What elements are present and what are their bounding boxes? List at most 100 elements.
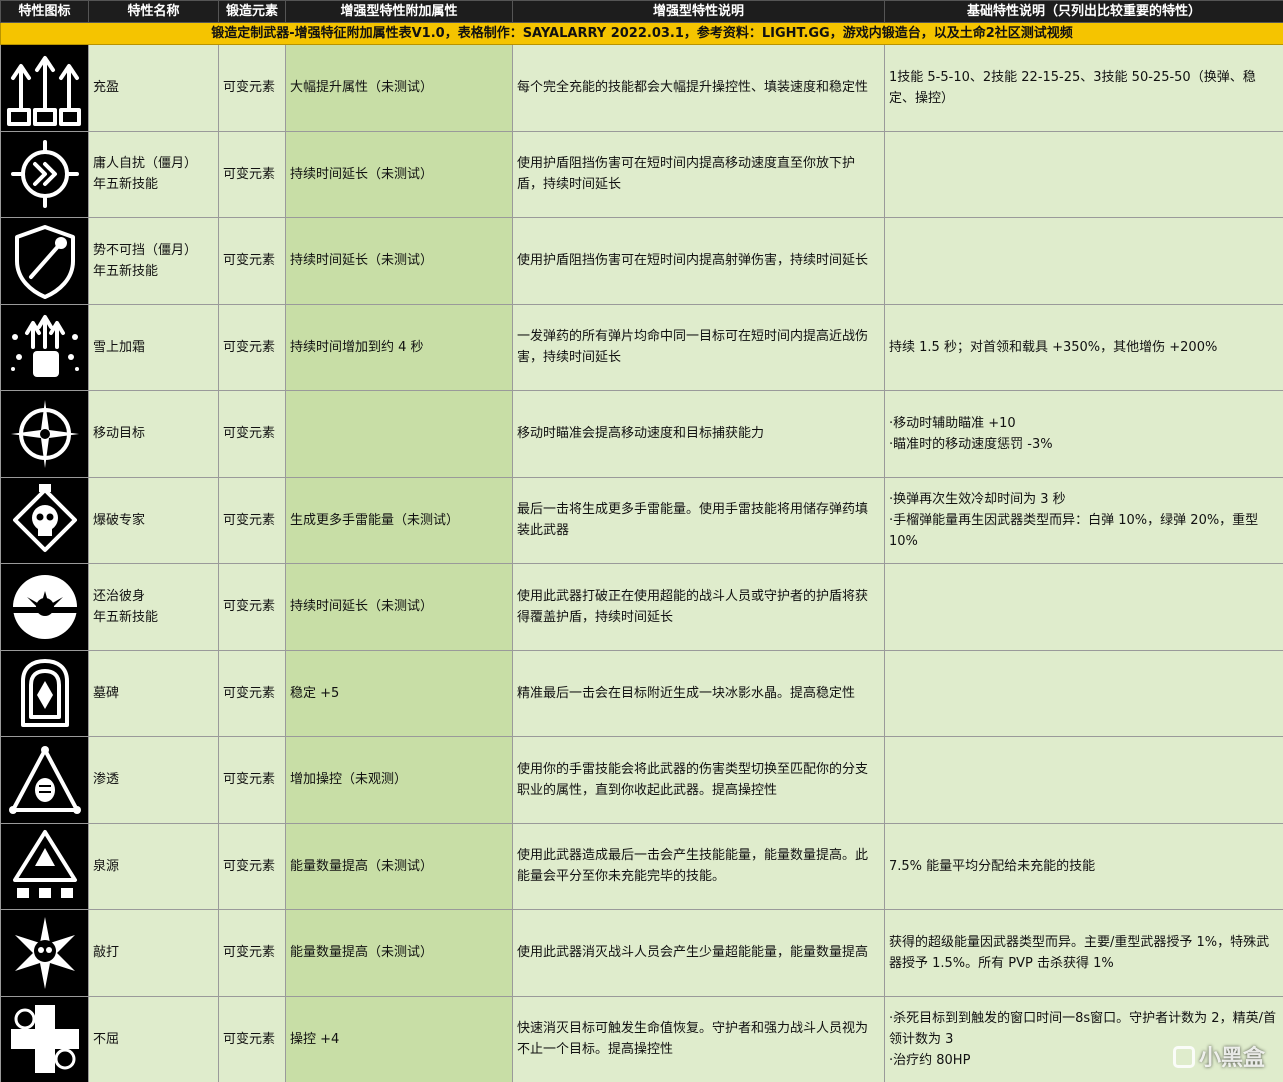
enhanced-desc: 使用你的手雷技能会将此武器的伤害类型切换至匹配你的分支职业的属性，直到你收起此武… xyxy=(512,736,885,824)
perk-name: 移动目标 xyxy=(88,390,219,478)
base-desc xyxy=(884,130,1283,218)
enhanced-desc: 使用此武器造成最后一击会产生技能能量，能量数量提高。此能量会平分至你未充能完毕的… xyxy=(512,822,885,910)
forge-element: 可变元素 xyxy=(218,822,286,910)
enhanced-desc: 精准最后一击会在目标附近生成一块冰影水晶。提高稳定性 xyxy=(512,649,885,737)
perk-name-line1: 渗透 xyxy=(93,772,120,788)
skull-star-icon xyxy=(2,913,88,993)
header-name: 特性名称 xyxy=(88,0,219,23)
perk-name-line1: 雪上加霜 xyxy=(93,339,146,355)
perk-name-line1: 还治彼身 xyxy=(93,588,146,604)
perk-name: 泉源 xyxy=(88,822,219,910)
table-row: 渗透 可变元素 增加操控（未观测） 使用你的手雷技能会将此武器的伤害类型切换至匹… xyxy=(0,736,1283,824)
perk-name-line2: 年五新技能 xyxy=(93,609,159,625)
perk-name-line1: 敲打 xyxy=(93,945,120,961)
header-desc: 增强型特性说明 xyxy=(512,0,885,23)
perk-icon-cell xyxy=(0,217,89,305)
base-desc xyxy=(884,563,1283,651)
fountain-triangle-icon xyxy=(2,826,88,906)
forge-element: 可变元素 xyxy=(218,563,286,651)
perk-icon-cell xyxy=(0,649,89,737)
base-desc: 获得的超级能量因武器类型而异。主要/重型武器授予 1%，特殊武器授予 1.5%。… xyxy=(884,909,1283,997)
forge-element: 可变元素 xyxy=(218,217,286,305)
table-row: 还治彼身年五新技能 可变元素 持续时间延长（未测试） 使用此武器打破正在使用超能… xyxy=(0,563,1283,651)
table-row: 敲打 可变元素 能量数量提高（未测试） 使用此武器消灭战斗人员会产生少量超能能量… xyxy=(0,909,1283,997)
perk-name: 还治彼身 年五新技能 xyxy=(88,563,219,651)
enhanced-desc: 快速消灭目标可触发生命值恢复。守护者和强力战斗人员视为不止一个目标。提高操控性 xyxy=(512,995,885,1082)
banner-row: 锻造定制武器-增强特征附加属性表V1.0，表格制作：SAYALARRY 2022… xyxy=(0,22,1283,45)
perk-name: 渗透 xyxy=(88,736,219,824)
enhanced-attr: 操控 +4 xyxy=(285,995,513,1082)
perk-name-line1: 势不可挡（僵月） xyxy=(93,242,198,258)
table-row: 势不可挡（僵月） 年五新技能 可变元素 持续时间延长（未测试） 使用护盾阻挡伤害可… xyxy=(0,217,1283,305)
crosshair-star-icon xyxy=(2,394,88,474)
header-row: 特性图标 特性名称 锻造元素 增强型特性附加属性 增强型特性说明 基础特性说明（… xyxy=(0,0,1283,23)
forge-element: 可变元素 xyxy=(218,476,286,564)
perk-name-line1: 爆破专家 xyxy=(93,512,146,528)
forge-element: 可变元素 xyxy=(218,390,286,478)
table-row: 墓碑 可变元素 稳定 +5 精准最后一击会在目标附近生成一块冰影水晶。提高稳定性 xyxy=(0,649,1283,737)
perk-name: 雪上加霜 xyxy=(88,303,219,391)
header-base: 基础特性说明（只列出比较重要的特性） xyxy=(884,0,1283,23)
perk-name: 墓碑 xyxy=(88,649,219,737)
base-desc xyxy=(884,217,1283,305)
enhanced-attr: 稳定 +5 xyxy=(285,649,513,737)
shield-comet-icon xyxy=(2,221,88,301)
base-desc: ·换弹再次生效冷却时间为 3 秒 ·手榴弹能量再生因武器类型而异：白弹 10%，绿… xyxy=(884,476,1283,564)
enhanced-desc: 使用护盾阻挡伤害可在短时间内提高移动速度直至你放下护盾，持续时间延长 xyxy=(512,130,885,218)
table-row: 充盈 可变元素 大幅提升属性（未测试） 每个完全充能的技能都会大幅提升操控性、填… xyxy=(0,44,1283,132)
perk-name-line1: 泉源 xyxy=(93,858,120,874)
enhanced-attr: 持续时间延长（未测试） xyxy=(285,563,513,651)
watermark-icon xyxy=(1172,1046,1195,1068)
forge-element: 可变元素 xyxy=(218,303,286,391)
perk-name-line2: 年五新技能 xyxy=(93,177,159,193)
enhanced-attr: 持续时间延长（未测试） xyxy=(285,217,513,305)
fist-arrows-icon xyxy=(2,307,88,387)
enhanced-attr: 增加操控（未观测） xyxy=(285,736,513,824)
perk-icon-cell xyxy=(0,476,89,564)
table-row: 雪上加霜 可变元素 持续时间增加到约 4 秒 一发弹药的所有弹片均命中同一目标可… xyxy=(0,303,1283,391)
base-desc xyxy=(884,736,1283,824)
watermark: 小黑盒 xyxy=(1172,1040,1265,1072)
enhanced-attr: 大幅提升属性（未测试） xyxy=(285,44,513,132)
table-row: 泉源 可变元素 能量数量提高（未测试） 使用此武器造成最后一击会产生技能能量，能… xyxy=(0,822,1283,910)
chevron-circle-icon xyxy=(2,134,88,214)
perk-name-line1: 不屈 xyxy=(93,1031,120,1047)
table-row: 庸人自扰（僵月） 年五新技能 可变元素 持续时间延长（未测试） 使用护盾阻挡伤害可… xyxy=(0,130,1283,218)
enhanced-desc: 使用此武器打破正在使用超能的战斗人员或守护者的护盾将获得覆盖护盾，持续时间延长 xyxy=(512,563,885,651)
header-element: 锻造元素 xyxy=(218,0,286,23)
enhanced-desc: 最后一击将生成更多手雷能量。使用手雷技能将用储存弹药填装此武器 xyxy=(512,476,885,564)
cross-gears-icon xyxy=(2,999,88,1079)
perk-icon-cell xyxy=(0,44,89,132)
arrows-up-icon xyxy=(2,48,88,128)
perk-icon-cell xyxy=(0,563,89,651)
perk-name-line1: 移动目标 xyxy=(93,426,146,442)
sun-burst-icon xyxy=(2,567,88,647)
enhanced-attr: 能量数量提高（未测试） xyxy=(285,909,513,997)
base-desc: ·移动时辅助瞄准 +10 ·瞄准时的移动速度惩罚 -3% xyxy=(884,390,1283,478)
table-row: 爆破专家 可变元素 生成更多手雷能量（未测试） 最后一击将生成更多手雷能量。使用… xyxy=(0,476,1283,564)
perk-name: 不屈 xyxy=(88,995,219,1082)
header-icon: 特性图标 xyxy=(0,0,89,23)
forge-element: 可变元素 xyxy=(218,909,286,997)
banner-text: 锻造定制武器-增强特征附加属性表V1.0，表格制作：SAYALARRY 2022… xyxy=(0,22,1283,45)
base-desc xyxy=(884,649,1283,737)
perk-icon-cell xyxy=(0,303,89,391)
tombstone-icon xyxy=(2,653,88,733)
forge-element: 可变元素 xyxy=(218,736,286,824)
triangle-grenade-icon xyxy=(2,740,88,820)
perk-name: 充盈 xyxy=(88,44,219,132)
enhanced-attr: 生成更多手雷能量（未测试） xyxy=(285,476,513,564)
perk-name-line1: 墓碑 xyxy=(93,685,120,701)
perk-icon-cell xyxy=(0,822,89,910)
enhanced-desc: 使用护盾阻挡伤害可在短时间内提高射弹伤害，持续时间延长 xyxy=(512,217,885,305)
perk-icon-cell xyxy=(0,909,89,997)
base-desc: 1技能 5-5-10、2技能 22-15-25、3技能 50-25-50（换弹、… xyxy=(884,44,1283,132)
enhanced-desc: 使用此武器消灭战斗人员会产生少量超能能量，能量数量提高 xyxy=(512,909,885,997)
enhanced-desc: 移动时瞄准会提高移动速度和目标捕获能力 xyxy=(512,390,885,478)
perk-icon-cell xyxy=(0,736,89,824)
header-attr: 增强型特性附加属性 xyxy=(285,0,513,23)
enhanced-desc: 每个完全充能的技能都会大幅提升操控性、填装速度和稳定性 xyxy=(512,44,885,132)
forge-element: 可变元素 xyxy=(218,995,286,1082)
enhanced-attr xyxy=(285,390,513,478)
perk-name-line1: 充盈 xyxy=(93,80,120,96)
